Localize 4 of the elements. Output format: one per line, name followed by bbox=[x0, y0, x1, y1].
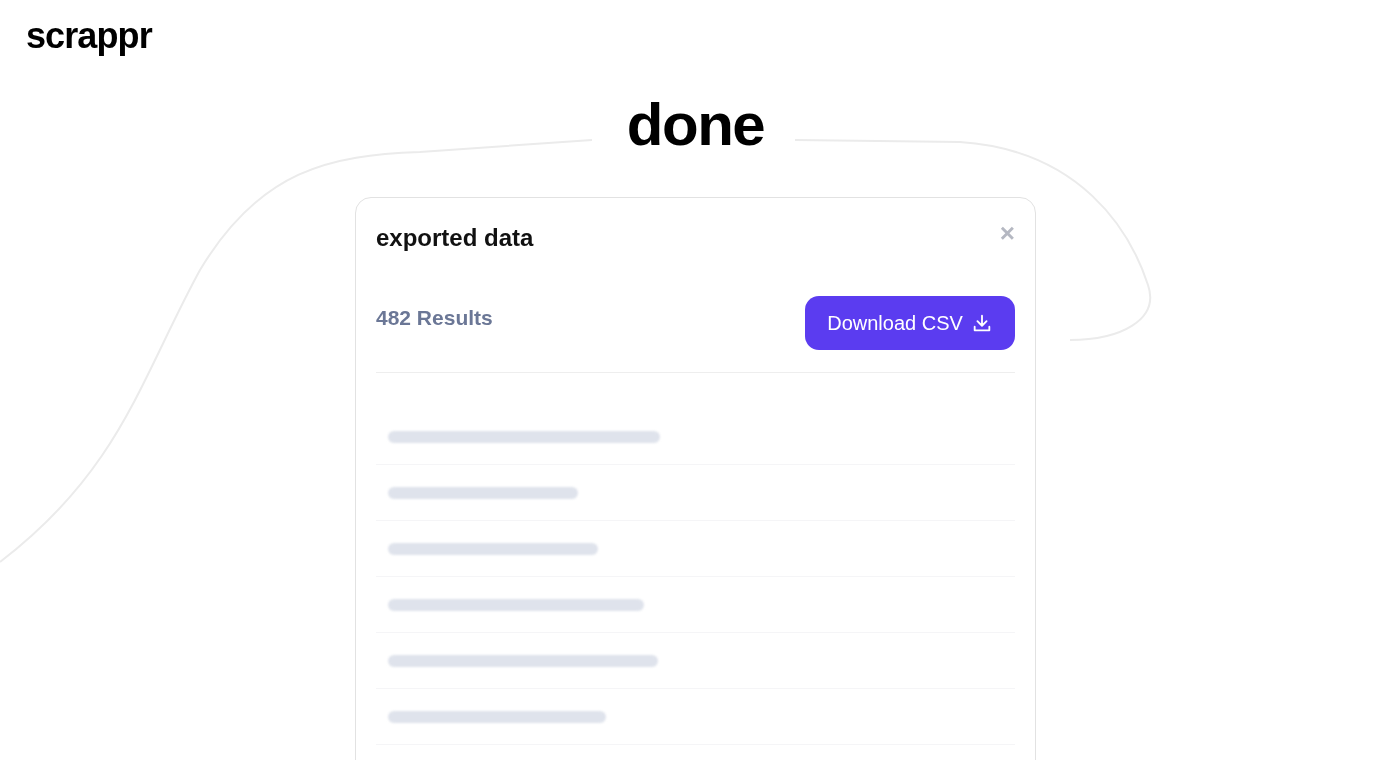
dialog-title: exported data bbox=[376, 223, 534, 253]
results-count: 482 Results bbox=[376, 305, 493, 331]
download-csv-button[interactable]: Download CSV bbox=[805, 296, 1015, 350]
logo[interactable]: scrappr bbox=[26, 15, 152, 56]
